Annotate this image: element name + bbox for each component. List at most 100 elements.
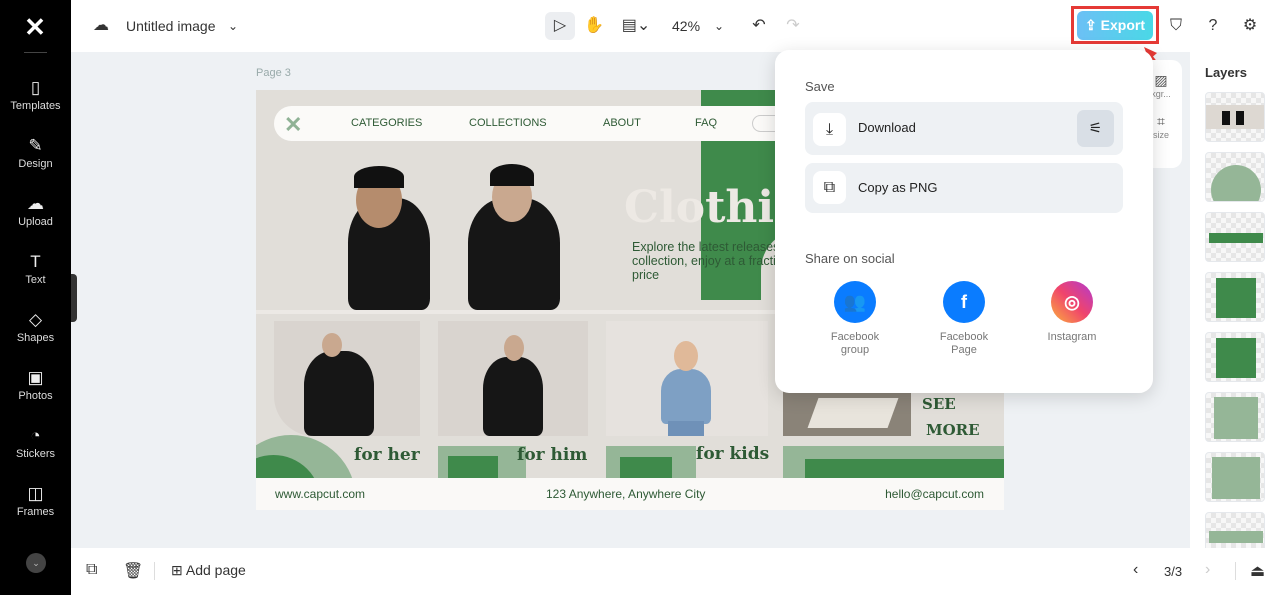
layers-panel: Layers bbox=[1190, 52, 1280, 562]
zoom-level[interactable]: 42% bbox=[672, 18, 700, 34]
social-label: group bbox=[840, 344, 870, 356]
frames-icon: ◫ bbox=[27, 484, 44, 503]
text-icon: T bbox=[30, 252, 41, 271]
templates-icon: ▯ bbox=[30, 78, 41, 97]
add-page-button[interactable]: ⊞ Add page bbox=[171, 562, 246, 579]
instagram-icon: ◎ bbox=[1051, 281, 1093, 323]
layer-thumb[interactable] bbox=[1205, 212, 1265, 262]
caption-kids: for kids bbox=[696, 444, 770, 464]
see-label: SEE bbox=[922, 395, 956, 413]
document-title[interactable]: Untitled image bbox=[126, 18, 216, 34]
square-shape-inner bbox=[620, 457, 672, 478]
layer-thumb[interactable] bbox=[1205, 272, 1265, 322]
settings-icon[interactable]: ⚙ bbox=[1239, 12, 1261, 40]
share-section-title: Share on social bbox=[805, 251, 895, 266]
download-button[interactable]: ⤓ Download ⚟ bbox=[805, 102, 1123, 155]
layers-title: Layers bbox=[1205, 65, 1247, 80]
photo-kids bbox=[606, 321, 768, 436]
divider bbox=[1235, 562, 1236, 580]
footer-email: hello@capcut.com bbox=[885, 487, 984, 501]
divider bbox=[154, 562, 155, 580]
upload-icon: ☁ bbox=[27, 194, 44, 213]
cloud-sync-icon[interactable]: ☁ bbox=[90, 12, 112, 40]
page-label: Page 3 bbox=[256, 67, 291, 79]
highlight-box bbox=[1071, 6, 1159, 44]
stickers-icon: ◔ bbox=[30, 426, 41, 445]
share-facebook-group[interactable]: 👥 Facebook group bbox=[810, 281, 900, 357]
sidebar-item-text[interactable]: T Text bbox=[0, 252, 71, 286]
capcut-logo[interactable]: ✕ bbox=[20, 14, 50, 40]
photo-her bbox=[274, 321, 420, 436]
download-icon: ⤓ bbox=[813, 113, 846, 146]
page-indicator: 3/3 bbox=[1164, 564, 1183, 579]
shield-icon[interactable]: ⛉ bbox=[1165, 12, 1187, 40]
sidebar-item-label: Templates bbox=[10, 100, 61, 112]
sidebar-item-stickers[interactable]: ◔ Stickers bbox=[0, 426, 71, 460]
social-label: Facebook bbox=[939, 331, 989, 343]
hero-title: Clothi bbox=[624, 182, 775, 233]
save-section-title: Save bbox=[805, 79, 835, 94]
caption-him: for him bbox=[517, 445, 588, 465]
caption-her: for her bbox=[354, 445, 420, 465]
sidebar-item-label: Stickers bbox=[15, 448, 56, 460]
sidebar-item-frames[interactable]: ◫ Frames bbox=[0, 484, 71, 518]
copy-png-button[interactable]: ⧉ Copy as PNG bbox=[805, 163, 1123, 213]
layer-thumb[interactable] bbox=[1205, 452, 1265, 502]
expand-panel-icon[interactable]: ⏏ bbox=[1250, 561, 1265, 581]
panel-collapse-handle[interactable] bbox=[71, 274, 77, 322]
layer-thumb[interactable] bbox=[1205, 152, 1265, 202]
share-facebook-page[interactable]: f Facebook Page bbox=[919, 281, 1009, 357]
layer-thumb[interactable] bbox=[1205, 92, 1265, 142]
more-label: MORE bbox=[926, 421, 980, 439]
shapes-icon: ◇ bbox=[28, 310, 43, 329]
nav-collections: COLLECTIONS bbox=[469, 117, 547, 129]
social-label: Facebook bbox=[830, 331, 880, 343]
sidebar-item-label: Frames bbox=[16, 506, 55, 518]
sidebar-item-design[interactable]: ✎ Design bbox=[0, 136, 71, 170]
layout-button[interactable]: ▤⌄ bbox=[618, 12, 654, 40]
social-label: Instagram bbox=[1047, 331, 1097, 343]
sidebar-item-label: Shapes bbox=[16, 332, 55, 344]
sidebar-item-photos[interactable]: ▣ Photos bbox=[0, 368, 71, 402]
trash-icon[interactable]: 🗑 bbox=[123, 561, 143, 581]
add-page-icon: ⊞ bbox=[171, 562, 186, 578]
layer-thumb[interactable] bbox=[1205, 332, 1265, 382]
duplicate-page-icon[interactable]: ⧉ bbox=[86, 561, 97, 579]
bottom-bar bbox=[71, 548, 1280, 595]
facebook-group-icon: 👥 bbox=[834, 281, 876, 323]
next-page-button[interactable]: › bbox=[1205, 561, 1210, 579]
sidebar-item-templates[interactable]: ▯ Templates bbox=[0, 78, 71, 112]
sidebar-item-upload[interactable]: ☁ Upload bbox=[0, 194, 71, 228]
previous-page-button[interactable]: ‹ bbox=[1133, 561, 1138, 579]
redo-button[interactable]: ↷ bbox=[782, 12, 804, 40]
add-page-label: Add page bbox=[185, 562, 246, 578]
sidebar-item-label: Photos bbox=[18, 390, 53, 402]
photo-him bbox=[438, 321, 588, 436]
footer-website: www.capcut.com bbox=[275, 487, 366, 501]
footer-address: 123 Anywhere, Anywhere City bbox=[546, 487, 706, 501]
copy-image-icon: ⧉ bbox=[813, 171, 846, 204]
nav-faq: FAQ bbox=[695, 117, 718, 129]
layer-thumb[interactable] bbox=[1205, 392, 1265, 442]
help-icon[interactable]: ? bbox=[1202, 12, 1224, 40]
zoom-dropdown-icon[interactable]: ⌄ bbox=[710, 12, 728, 40]
photo-magazines bbox=[783, 390, 911, 436]
share-instagram[interactable]: ◎ Instagram bbox=[1027, 281, 1117, 344]
expand-more-button[interactable]: ⌄ bbox=[26, 553, 46, 573]
template-footer: www.capcut.com 123 Anywhere, Anywhere Ci… bbox=[256, 478, 1004, 510]
cursor-icon: ▷ bbox=[553, 17, 567, 34]
hand-tool-button[interactable]: ✋ bbox=[582, 12, 606, 40]
sidebar-item-label: Design bbox=[18, 158, 53, 170]
sidebar-item-label: Upload bbox=[18, 216, 53, 228]
sidebar-item-shapes[interactable]: ◇ Shapes bbox=[0, 310, 71, 344]
download-label: Download bbox=[858, 120, 916, 135]
download-settings-button[interactable]: ⚟ bbox=[1077, 110, 1114, 147]
sidebar: ✕ ▯ Templates ✎ Design ☁ Upload T Text ◇ Shap… bbox=[0, 0, 71, 595]
chevron-down-icon[interactable]: ⌄ bbox=[224, 12, 242, 40]
template-logo: ✕ bbox=[284, 112, 303, 137]
sidebar-item-label: Text bbox=[25, 274, 46, 286]
undo-button[interactable]: ↶ bbox=[748, 12, 770, 40]
select-tool-button[interactable]: ▷ bbox=[545, 12, 575, 40]
nav-about: ABOUT bbox=[603, 117, 641, 129]
template-navbar: ✕ CATEGORIES COLLECTIONS ABOUT FAQ bbox=[274, 106, 794, 141]
